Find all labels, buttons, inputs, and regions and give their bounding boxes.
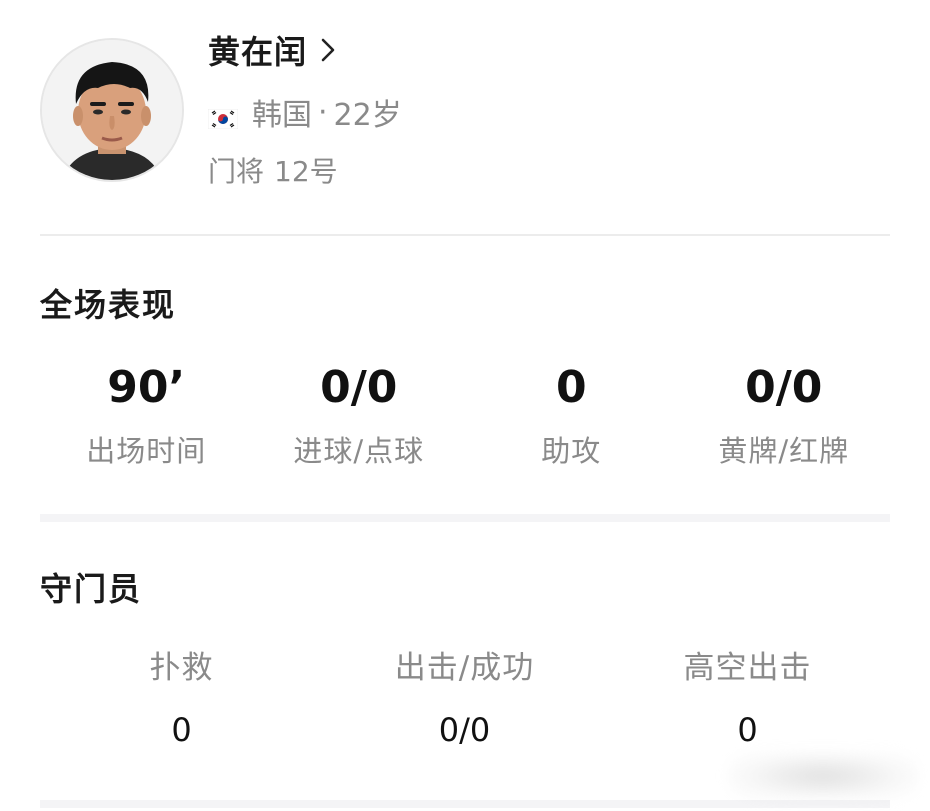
player-header[interactable]: 黄在闰 韩国 · 22岁 门将 12号 [40, 30, 890, 200]
player-photo-icon [42, 40, 182, 180]
stat-minutes-played: 90’ 出场时间 [40, 358, 253, 470]
player-name: 黄在闰 [208, 33, 308, 71]
stat-label: 助攻 [541, 434, 602, 468]
stat-value: 0 [171, 711, 192, 749]
stat-high-claims: 高空出击 0 [606, 646, 889, 750]
section-title-overall: 全场表现 [40, 286, 177, 324]
stat-label: 高空出击 [683, 650, 812, 686]
stat-value: 0/0 [745, 362, 823, 413]
player-position-label: 门将 [208, 155, 265, 188]
blurred-watermark [728, 752, 918, 800]
stat-value: 90’ [107, 362, 186, 413]
goalkeeper-stats: 扑救 0 出击/成功 0/0 高空出击 0 [40, 646, 890, 750]
player-avatar[interactable] [40, 38, 184, 182]
player-meta: 韩国 · 22岁 [207, 92, 402, 133]
stat-label: 扑救 [149, 650, 214, 686]
stat-value: 0 [555, 362, 587, 413]
player-number: 12号 [274, 155, 338, 188]
section-divider [40, 514, 890, 522]
section-title-goalkeeper: 守门员 [40, 570, 143, 608]
south-korea-flag-icon [207, 102, 239, 130]
player-country: 韩国 [252, 98, 312, 133]
stat-value: 0 [737, 711, 758, 749]
player-age: 22岁 [333, 98, 402, 133]
meta-separator: · [318, 94, 328, 130]
stat-label: 出击/成功 [394, 650, 535, 686]
stat-label: 黄牌/红牌 [718, 434, 850, 468]
player-position: 门将 12号 [208, 152, 338, 188]
stat-sweeps-successful: 出击/成功 0/0 [323, 646, 606, 750]
stat-goals-penalties: 0/0 进球/点球 [253, 358, 466, 470]
stat-saves: 扑救 0 [40, 646, 323, 750]
chevron-right-icon [319, 37, 337, 63]
player-name-link[interactable]: 黄在闰 [208, 30, 337, 71]
stat-assists: 0 助攻 [465, 358, 678, 470]
stat-cards: 0/0 黄牌/红牌 [678, 358, 891, 470]
stat-label: 出场时间 [86, 434, 207, 468]
bottom-divider [40, 800, 890, 808]
stat-value: 0/0 [438, 711, 491, 749]
header-divider [40, 234, 890, 236]
stat-label: 进球/点球 [293, 434, 425, 468]
overall-stats: 90’ 出场时间 0/0 进球/点球 0 助攻 0/0 黄牌/红牌 [40, 358, 890, 470]
stat-value: 0/0 [320, 362, 398, 413]
